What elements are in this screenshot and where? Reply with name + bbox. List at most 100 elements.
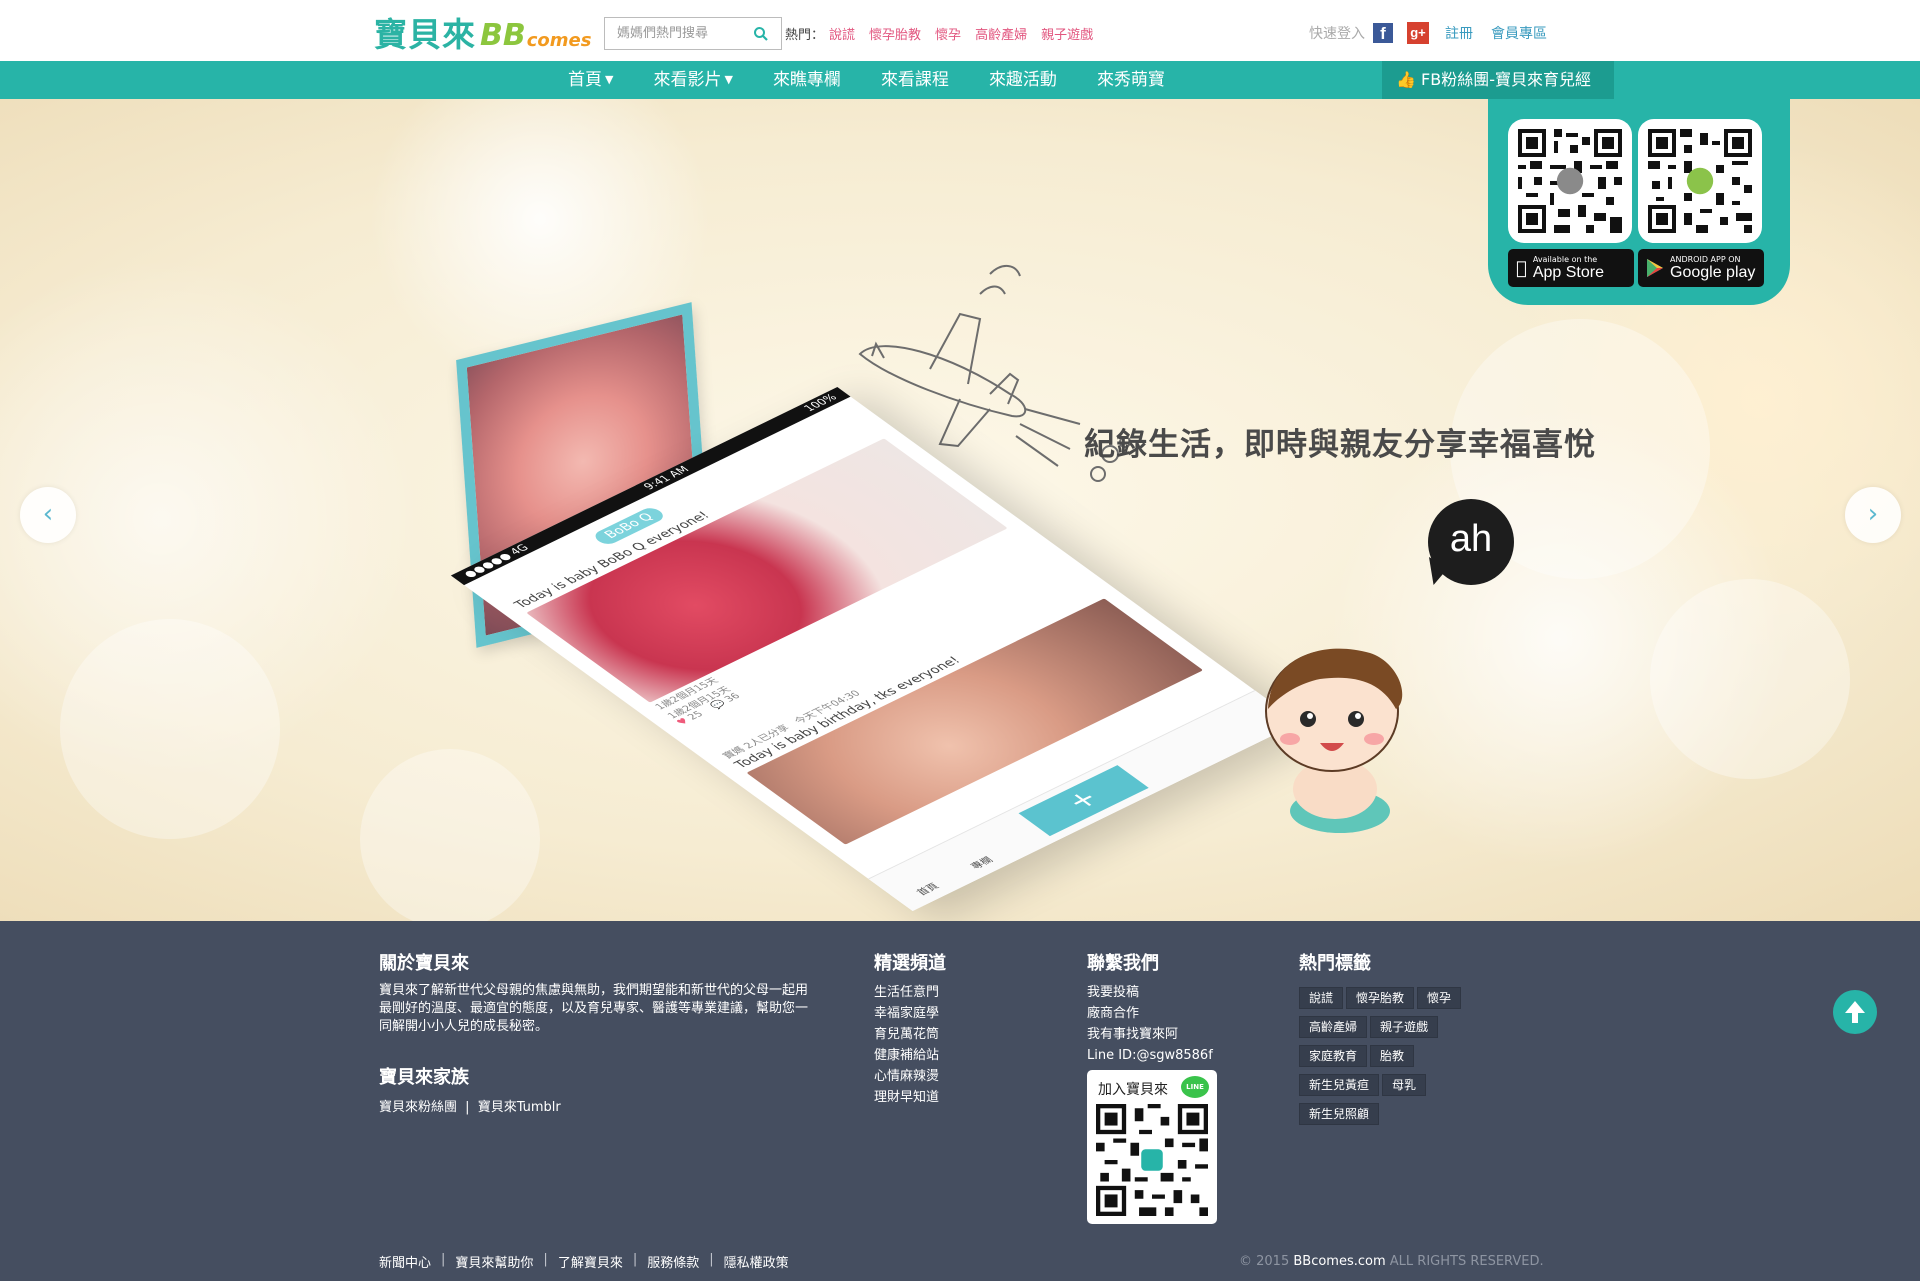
app-download-panel:  Available on the App Store ANDROID APP… [1488,99,1790,305]
hot-link[interactable]: 高齡產婦 [975,24,1027,43]
google-play-small: ANDROID APP ON [1670,255,1741,264]
bokeh-light [60,619,280,839]
phone-mockup-illustration: ●●●●● 4G 9:41 AM 100% BoBo Q Today is ba… [370,302,1420,921]
tumblr-link[interactable]: 寶貝來Tumblr [478,1100,561,1115]
fan-page-link[interactable]: 寶貝來粉絲團 [379,1100,457,1115]
nav-item-show-babies[interactable]: 來秀萌寶 [1097,61,1165,99]
search-box [604,17,782,50]
tab-column[interactable]: 專欄 [966,853,996,871]
nav-item-label: 來瞧專欄 [772,70,841,90]
apple-icon:  [1516,258,1527,279]
hot-tags: 說謊 懷孕胎教 懷孕 高齡產婦 親子遊戲 家庭教育 胎教 新生兒黃疸 母乳 新生兒照顧 [1299,987,1499,1132]
hot-link[interactable]: 說謊 [829,24,855,43]
app-store-small: Available on the [1522,255,1597,264]
google-plus-icon[interactable]: g+ [1407,22,1429,44]
contact-link[interactable]: 廠商合作 [1087,1003,1213,1024]
member-area-link[interactable]: 會員專區 [1491,23,1547,43]
about-text: 寶貝來了解新世代父母親的焦慮與無助，我們期望能和新世代的父母一起用最剛好的溫度、… [379,983,809,1034]
cartoon-baby-illustration [1265,648,1403,833]
tag-link[interactable]: 高齡產婦 [1299,1016,1368,1038]
site-header: 寶貝來 BB comes 熱門： 說謊 懷孕胎教 懷孕 高齡產婦 親子遊戲 快速… [0,0,1920,61]
contact-list: 我要投稿 廠商合作 我有事找寶來阿 Line ID:@sgw8586f [1087,982,1213,1066]
nav-item-label: 來秀萌寶 [1096,70,1165,90]
tag-link[interactable]: 家庭教育 [1299,1045,1368,1067]
hero-slogan: 紀錄生活，即時與親友分享幸福喜悅 [1084,427,1596,463]
link-separator: | [543,1252,548,1267]
app-store-button[interactable]:  Available on the App Store [1508,249,1634,287]
thumbs-up-icon: 👍 [1396,70,1416,89]
nav-item-label: 來趣活動 [988,70,1057,90]
search-icon[interactable] [753,26,769,42]
tag-link[interactable]: 親子遊戲 [1370,1016,1439,1038]
tag-link[interactable]: 胎教 [1370,1045,1415,1067]
tag-link[interactable]: 懷孕胎教 [1346,987,1415,1009]
slider-next-button[interactable]: › [1845,487,1901,543]
qr-code-icon [1518,129,1622,233]
fb-fans-label: FB粉絲團-寶貝來育兒經 [1421,70,1591,89]
nav-item-home[interactable]: 首頁 ▼ [568,61,613,99]
bottom-link[interactable]: 寶貝來幫助你 [455,1252,533,1271]
contact-link[interactable]: 我要投稿 [1087,982,1213,1003]
main-nav: 首頁 ▼ 來看影片 ▼ 來瞧專欄 來看課程 來趣活動 來秀萌寶 👍 FB粉絲團-寶貝… [0,61,1920,99]
family-links: 寶貝來粉絲團 | 寶貝來Tumblr [379,1099,561,1117]
nav-item-videos[interactable]: 來看影片 ▼ [653,61,732,99]
hot-link[interactable]: 懷孕胎教 [869,24,921,43]
channel-link[interactable]: 理財早知道 [874,1087,939,1108]
ios-qr-code[interactable] [1508,119,1632,243]
tag-link[interactable]: 母乳 [1382,1074,1427,1096]
line-id-text: Line ID:@sgw8586f [1087,1048,1213,1063]
channel-link[interactable]: 幸福家庭學 [874,1003,939,1024]
copyright-brand[interactable]: BBcomes.com [1293,1254,1385,1269]
arrow-up-icon [1845,1001,1865,1023]
add-post-button[interactable]: + [1018,765,1149,837]
nav-item-label: 來看課程 [880,70,949,90]
google-play-button[interactable]: ANDROID APP ON Google play [1638,249,1764,287]
tag-link[interactable]: 懷孕 [1417,987,1462,1009]
bottom-link[interactable]: 服務條款 [647,1252,699,1271]
link-separator: | [441,1252,446,1267]
hot-searches: 熱門： 說謊 懷孕胎教 懷孕 高齡產婦 親子遊戲 [785,24,1093,43]
qr-code-icon [1096,1104,1208,1216]
nav-item-courses[interactable]: 來看課程 [881,61,949,99]
nav-item-columns[interactable]: 來瞧專欄 [773,61,841,99]
slider-prev-button[interactable]: ‹ [20,487,76,543]
channel-link[interactable]: 心情麻辣燙 [874,1066,939,1087]
bottom-link[interactable]: 了解寶貝來 [558,1252,623,1271]
site-logo[interactable]: 寶貝來 BB comes [374,13,591,53]
qr-code-icon [1648,129,1752,233]
quick-login-label: 快速登入 [1309,26,1365,42]
search-input[interactable] [605,18,745,49]
hot-link[interactable]: 親子遊戲 [1041,24,1093,43]
tag-link[interactable]: 新生兒黃疸 [1299,1074,1380,1096]
footer-bottom-links: 新聞中心 | 寶貝來幫助你 | 了解寶貝來 | 服務條款 | 隱私權政策 [379,1252,789,1271]
chevron-down-icon: ▼ [605,73,614,86]
line-qr-card[interactable]: 加入寶貝來 LINE [1087,1070,1217,1224]
tag-link[interactable]: 新生兒照顧 [1299,1103,1380,1125]
contact-link[interactable]: 我有事找寶來阿 [1087,1024,1213,1045]
copyright: © 2015 BBcomes.com ALL RIGHTS RESERVED. [1239,1254,1544,1269]
tag-link[interactable]: 說謊 [1299,987,1344,1009]
channel-link[interactable]: 生活任意門 [874,982,939,1003]
nav-item-activities[interactable]: 來趣活動 [989,61,1057,99]
channels-title: 精選頻道 [874,953,946,974]
channels-list: 生活任意門 幸福家庭學 育兒萬花筒 健康補給站 心情麻辣燙 理財早知道 [874,982,939,1108]
channel-link[interactable]: 健康補給站 [874,1045,939,1066]
register-link[interactable]: 註冊 [1445,23,1473,43]
hot-link[interactable]: 懷孕 [935,24,961,43]
speech-bubble: ah [1428,499,1514,585]
nav-item-label: 來看影片 [653,70,722,90]
copyright-suffix: ALL RIGHTS RESERVED. [1389,1254,1544,1269]
facebook-icon[interactable]: f [1373,23,1393,43]
back-to-top-button[interactable] [1833,990,1877,1034]
play-icon [1647,259,1663,277]
tab-home[interactable]: 首頁 [912,880,942,897]
fb-fans-button[interactable]: 👍 FB粉絲團-寶貝來育兒經 [1382,61,1614,99]
line-icon: LINE [1181,1076,1209,1098]
family-title: 寶貝來家族 [379,1067,469,1088]
link-separator: | [709,1252,714,1267]
bottom-link[interactable]: 隱私權政策 [724,1252,789,1271]
nav-item-label: 首頁 [568,70,602,90]
channel-link[interactable]: 育兒萬花筒 [874,1024,939,1045]
bottom-link[interactable]: 新聞中心 [379,1252,431,1271]
android-qr-code[interactable] [1638,119,1762,243]
